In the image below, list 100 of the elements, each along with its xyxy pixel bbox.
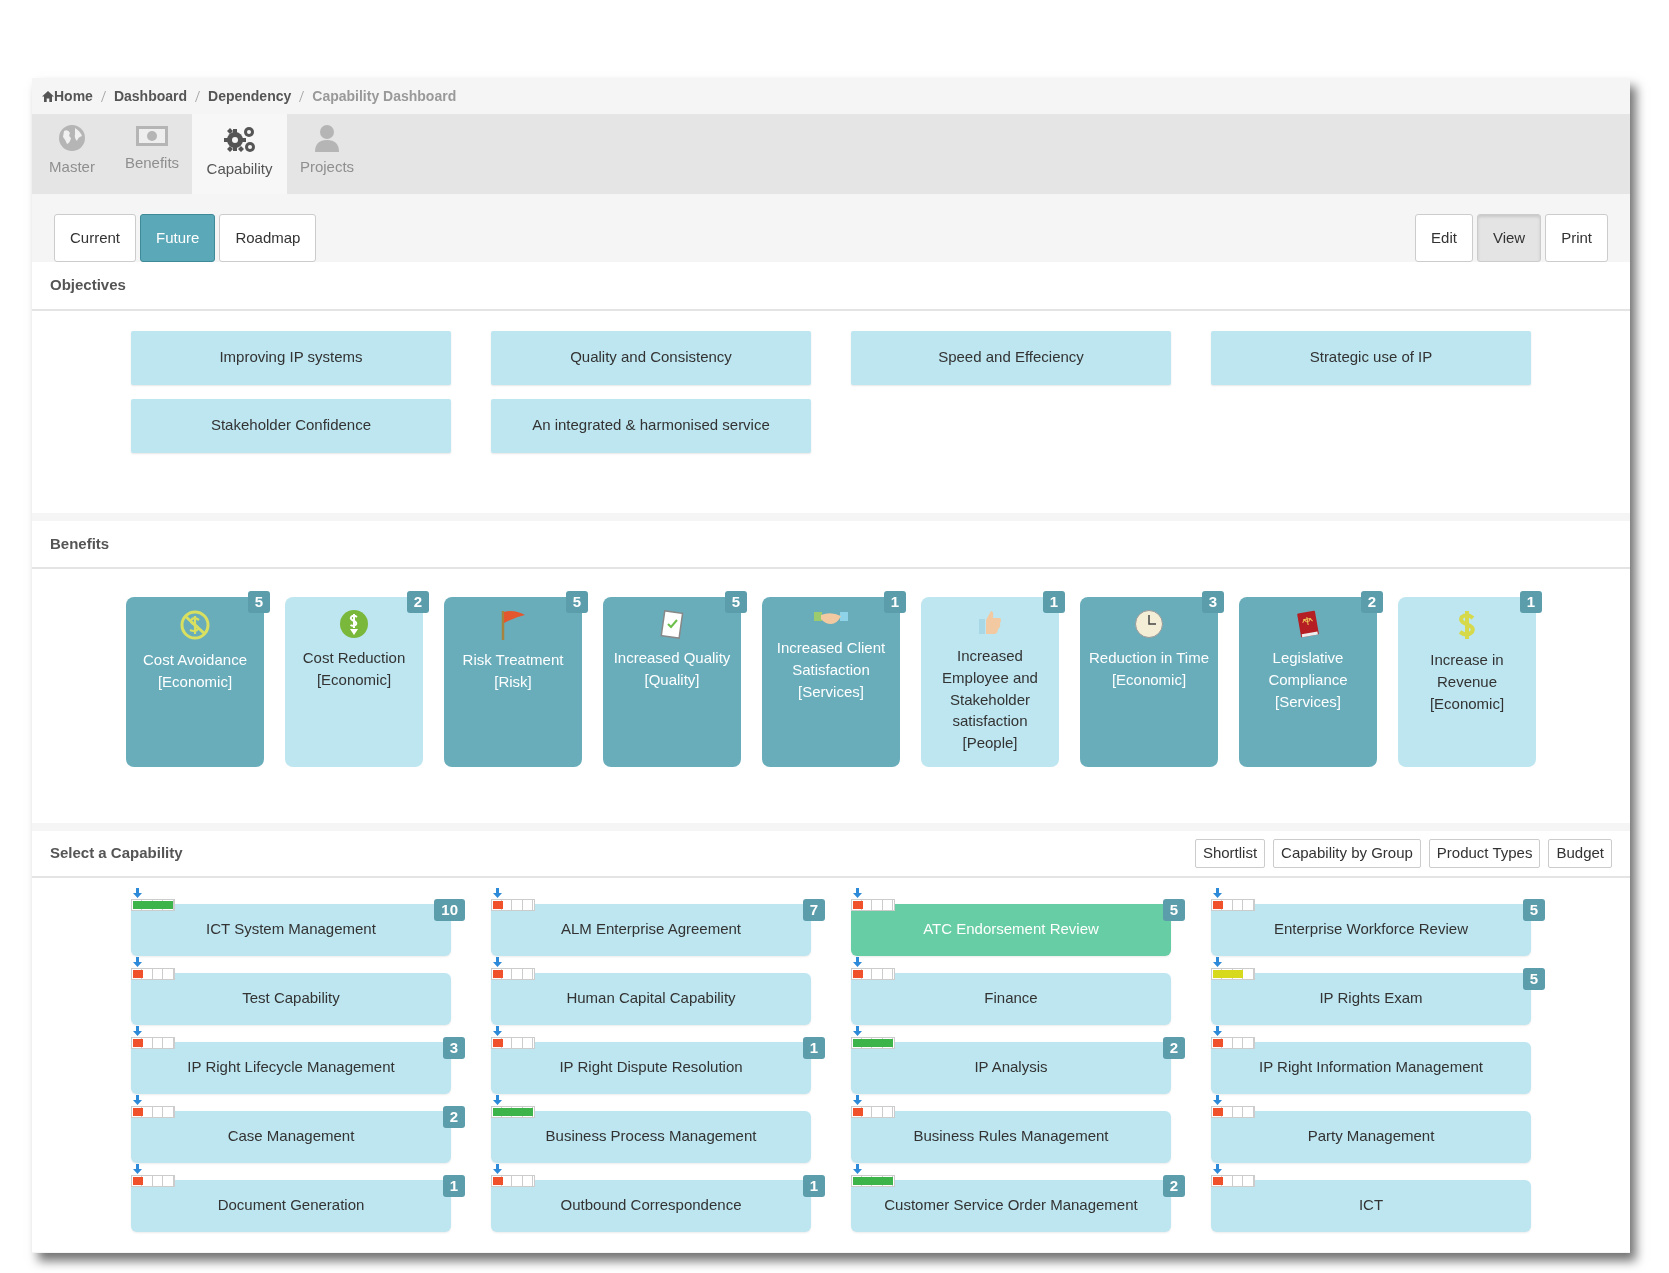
banknote-icon — [135, 124, 169, 148]
dollar-icon — [1456, 609, 1478, 641]
down-arrow-icon — [493, 956, 502, 967]
filter-button[interactable]: Capability by Group — [1273, 839, 1421, 868]
breadcrumb-link[interactable]: Home — [54, 85, 93, 107]
down-arrow-icon — [133, 1025, 142, 1036]
benefit-name: Increased Quality [Quality] — [612, 648, 732, 690]
objective-tile[interactable]: Quality and Consistency — [491, 330, 811, 385]
toolbar-button[interactable]: View — [1476, 214, 1542, 262]
section-title: Benefits — [32, 520, 1630, 569]
down-arrow-icon — [493, 1163, 502, 1174]
count-badge: 1 — [802, 1036, 825, 1059]
count-badge: 2 — [406, 591, 429, 613]
objective-tile[interactable]: Improving IP systems — [131, 330, 451, 385]
breadcrumb-link[interactable]: Dependency — [208, 85, 292, 107]
objective-tile[interactable]: Strategic use of IP — [1211, 330, 1531, 385]
toolbar-button[interactable]: Print — [1545, 214, 1608, 262]
down-arrow-icon — [133, 887, 142, 898]
down-arrow-icon — [853, 1025, 862, 1036]
capability-tile[interactable]: ALM Enterprise Agreement — [491, 903, 811, 956]
count-badge: 5 — [565, 591, 588, 613]
capability-tile[interactable]: Business Rules Management — [851, 1110, 1171, 1163]
count-badge: 3 — [442, 1036, 465, 1059]
down-arrow-icon — [1213, 1025, 1222, 1036]
down-arrow-icon — [493, 1025, 502, 1036]
benefit-name: Increase in Revenue [Economic] — [1428, 650, 1506, 714]
breadcrumb-link[interactable]: Dashboard — [113, 85, 188, 107]
toolbar-button[interactable]: Current — [54, 214, 137, 262]
home-icon — [42, 90, 54, 102]
capability-tile[interactable]: Human Capital Capability — [491, 972, 811, 1025]
count-badge: 1 — [1042, 591, 1065, 613]
separator-icon — [195, 90, 201, 102]
capability-tile[interactable]: Enterprise Workforce Review — [1211, 903, 1531, 956]
capability-tile[interactable]: IP Right Dispute Resolution — [491, 1041, 811, 1094]
capability-tile[interactable]: Document Generation — [131, 1179, 451, 1232]
flag-icon — [499, 609, 527, 641]
down-arrow-icon — [493, 887, 502, 898]
filter-button[interactable]: Shortlist — [1194, 839, 1266, 868]
count-badge: 3 — [1201, 591, 1224, 613]
down-arrow-icon — [853, 887, 862, 898]
down-arrow-icon — [493, 1094, 502, 1105]
capability-tile[interactable]: ICT — [1211, 1179, 1531, 1232]
count-badge: 1 — [883, 591, 906, 613]
person-icon — [314, 124, 340, 152]
count-badge: 5 — [724, 591, 747, 613]
down-arrow-icon — [853, 1163, 862, 1174]
benefit-name: Cost Avoidance [Economic] — [142, 650, 248, 692]
objective-tile[interactable]: Speed and Effeciency — [851, 330, 1171, 385]
down-arrow-icon — [1213, 1163, 1222, 1174]
separator-icon — [100, 90, 106, 102]
law-book-icon — [1296, 609, 1320, 639]
capability-tile[interactable]: Finance — [851, 972, 1171, 1025]
count-badge: 1 — [1519, 591, 1542, 613]
nav-tab[interactable]: Capability — [192, 114, 287, 194]
count-badge: 5 — [1162, 898, 1185, 921]
down-arrow-icon — [1213, 1094, 1222, 1105]
capability-tile[interactable]: IP Right Information Management — [1211, 1041, 1531, 1094]
filter-button[interactable]: Budget — [1548, 839, 1612, 868]
globe-icon — [58, 124, 86, 152]
section-title: Select a Capability — [50, 843, 183, 863]
capability-tile[interactable]: IP Rights Exam — [1211, 972, 1531, 1025]
down-arrow-icon — [853, 956, 862, 967]
no-dollar-icon — [179, 609, 211, 641]
down-arrow-icon — [853, 1094, 862, 1105]
capability-tile[interactable]: Test Capability — [131, 972, 451, 1025]
count-badge: 5 — [247, 591, 270, 613]
down-arrow-icon — [133, 956, 142, 967]
count-badge: 5 — [1522, 898, 1545, 921]
capability-tile[interactable]: Party Management — [1211, 1110, 1531, 1163]
count-badge: 10 — [434, 898, 465, 921]
toolbar-button[interactable]: Roadmap — [219, 214, 317, 262]
count-badge: 1 — [442, 1174, 465, 1197]
capability-tile[interactable]: Outbound Correspondence — [491, 1179, 811, 1232]
capability-tile[interactable]: Case Management — [131, 1110, 451, 1163]
capability-tile[interactable]: IP Analysis — [851, 1041, 1171, 1094]
toolbar-button[interactable]: Edit — [1415, 214, 1473, 262]
down-arrow-icon — [1213, 887, 1222, 898]
count-badge: 7 — [802, 898, 825, 921]
clipboard-icon — [660, 609, 684, 639]
benefit-name: Legislative Compliance [Services] — [1267, 648, 1349, 712]
clock-icon — [1134, 609, 1164, 639]
count-badge: 5 — [1522, 967, 1545, 990]
count-badge: 1 — [802, 1174, 825, 1197]
benefit-name: Risk Treatment [Risk] — [461, 650, 565, 692]
filter-button[interactable]: Product Types — [1428, 839, 1541, 868]
capability-tile[interactable]: Business Process Management — [491, 1110, 811, 1163]
benefit-name: Cost Reduction [Economic] — [301, 648, 407, 690]
benefit-name: Increased Employee and Stakeholder satisfaction [People] — [941, 646, 1039, 753]
objective-tile[interactable]: An integrated & harmonised service — [491, 398, 811, 453]
down-arrow-icon — [133, 1163, 142, 1174]
down-arrow-icon — [1213, 956, 1222, 967]
capability-tile[interactable]: Customer Service Order Management — [851, 1179, 1171, 1232]
objective-tile[interactable]: Stakeholder Confidence — [131, 398, 451, 453]
down-arrow-icon — [133, 1094, 142, 1105]
gears-icon — [222, 124, 257, 154]
capability-tile[interactable]: IP Right Lifecycle Management — [131, 1041, 451, 1094]
dollar-down-icon — [339, 609, 369, 639]
count-badge: 2 — [442, 1105, 465, 1128]
benefit-name: Reduction in Time [Economic] — [1088, 648, 1210, 690]
section-title: Objectives — [32, 262, 1630, 311]
